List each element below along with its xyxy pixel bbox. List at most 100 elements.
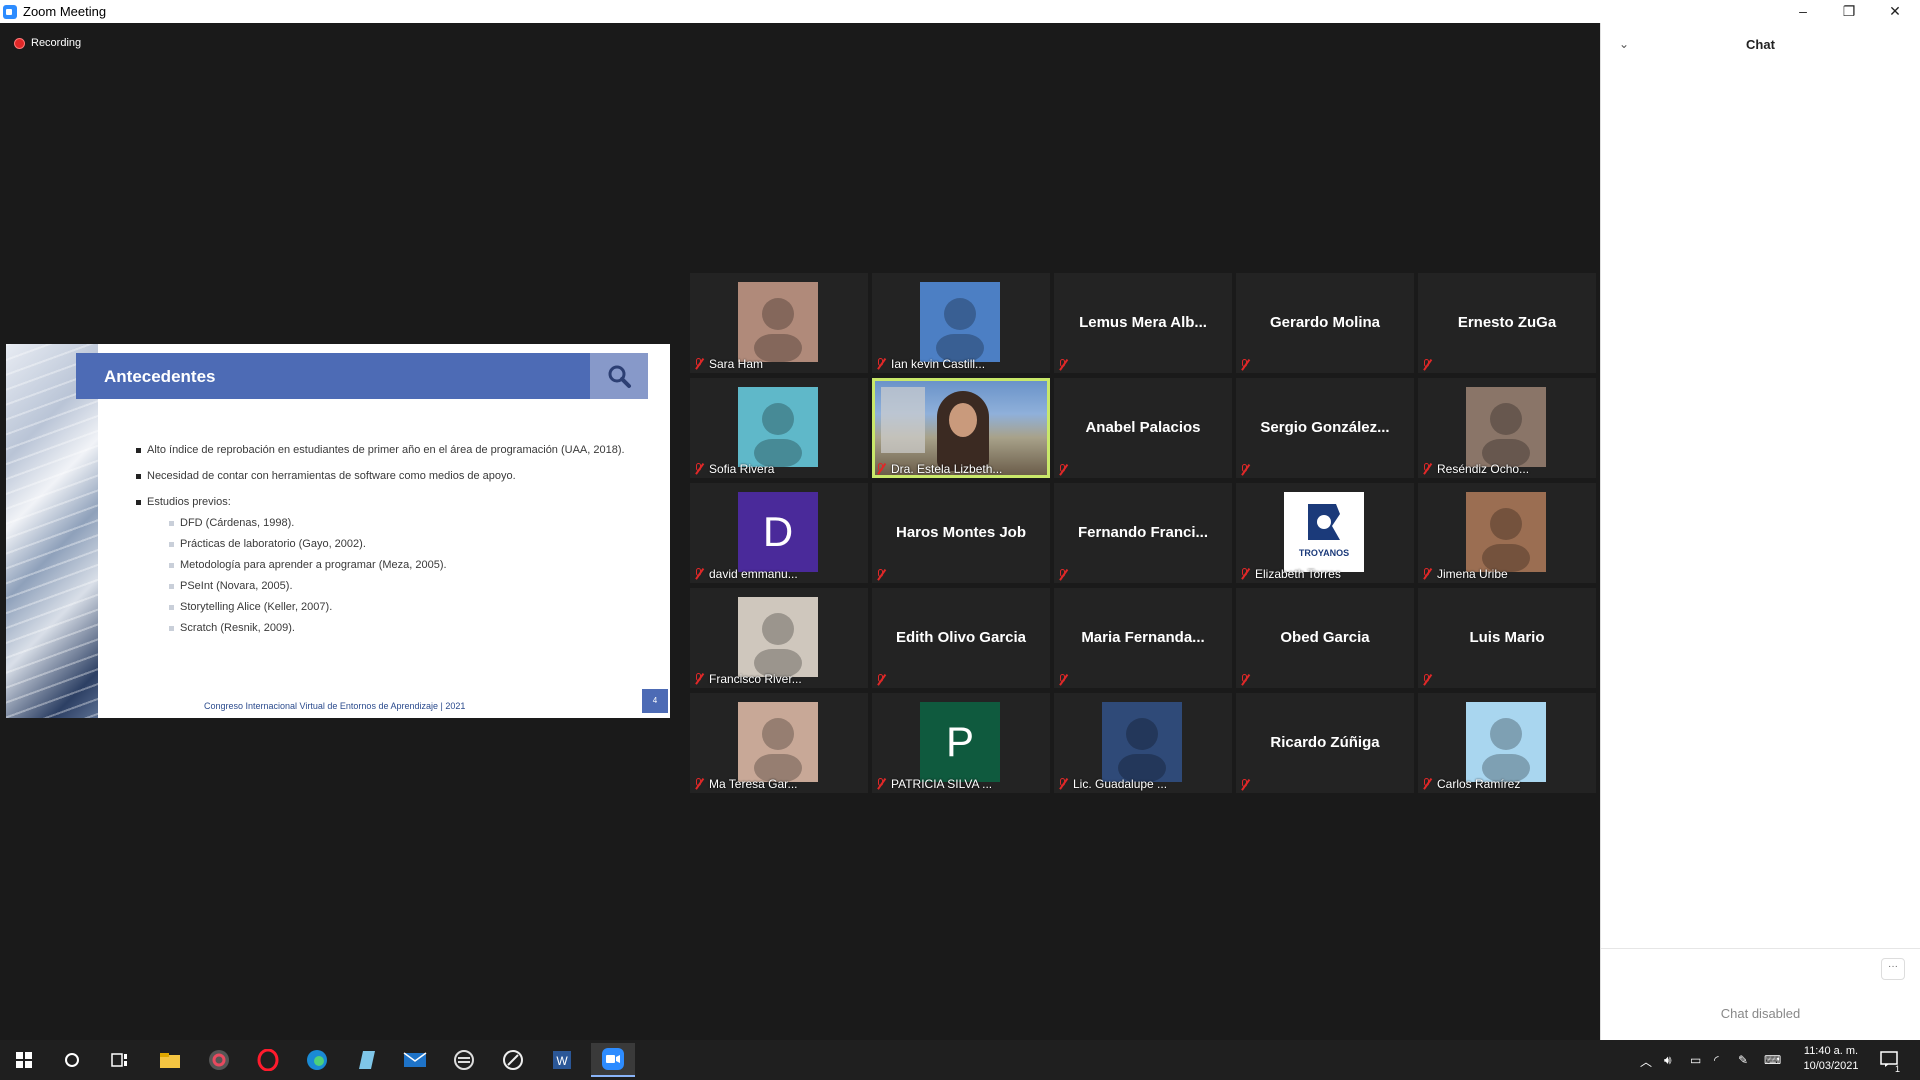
participant-tile[interactable]: Sergio González...	[1236, 378, 1414, 478]
keyboard-icon[interactable]: ⌨	[1764, 1053, 1781, 1067]
chat-disabled-text: Chat disabled	[1720, 1006, 1801, 1021]
participant-name-label: Dra. Estela Lizbeth...	[876, 462, 1002, 476]
participant-tile[interactable]: Ernesto ZuGa	[1418, 273, 1596, 373]
participant-tile[interactable]: Reséndiz Ocho...	[1418, 378, 1596, 478]
participant-tile[interactable]: P PATRICIA SILVA ...	[872, 693, 1050, 793]
participant-display-name: Haros Montes Job	[895, 524, 1027, 541]
muted-mic-icon	[694, 358, 704, 370]
participant-tile[interactable]: Ian kevin Castill...	[872, 273, 1050, 373]
participant-tile[interactable]: Fernando Franci...	[1054, 483, 1232, 583]
task-view-icon[interactable]	[100, 1046, 140, 1074]
muted-mic-icon	[1240, 464, 1250, 476]
participant-name-label: Ian kevin Castill...	[876, 357, 985, 371]
battery-icon[interactable]: ▭	[1690, 1053, 1701, 1067]
participant-tile[interactable]: Edith Olivo Garcia	[872, 588, 1050, 688]
word-icon[interactable]: W	[542, 1046, 582, 1074]
participant-tile[interactable]: Maria Fernanda...	[1054, 588, 1232, 688]
participant-name: Jimena Uribe	[1437, 567, 1508, 581]
participant-tile[interactable]: Dra. Estela Lizbeth...	[872, 378, 1050, 478]
slide-sub-bullet: DFD (Cárdenas, 1998).	[169, 517, 646, 530]
muted-mic-icon	[1058, 674, 1068, 686]
profile-photo	[1102, 702, 1182, 782]
background-poster	[881, 387, 925, 453]
participant-name-label: Sara Ham	[694, 357, 763, 371]
participant-tile[interactable]: Lic. Guadalupe ...	[1054, 693, 1232, 793]
minimize-button[interactable]: –	[1780, 0, 1826, 22]
participant-mic-status	[1058, 464, 1073, 476]
participant-tile[interactable]: Francisco River...	[690, 588, 868, 688]
participant-tile[interactable]: Jimena Uribe	[1418, 483, 1596, 583]
muted-mic-icon	[1058, 359, 1068, 371]
window-title-bar: Zoom Meeting – ❐ ✕	[0, 0, 1920, 23]
pen-icon[interactable]: ✎	[1738, 1053, 1748, 1067]
muted-mic-icon	[1240, 779, 1250, 791]
magnifier-icon	[608, 365, 631, 388]
muted-mic-icon	[1058, 778, 1068, 790]
opera-icon[interactable]	[248, 1046, 288, 1074]
participant-name: Elizabeth Torres	[1255, 567, 1341, 581]
system-clock[interactable]: 11:40 a. m. 10/03/2021	[1796, 1044, 1866, 1074]
recording-indicator[interactable]: Recording	[14, 37, 81, 49]
participant-name-label: david emmanu...	[694, 567, 798, 581]
participant-name: Lic. Guadalupe ...	[1073, 777, 1168, 791]
windows-start-icon[interactable]	[4, 1046, 44, 1074]
participant-tile[interactable]: Gerardo Molina	[1236, 273, 1414, 373]
media-app-icon[interactable]	[199, 1046, 239, 1074]
zoom-taskbar-icon[interactable]	[591, 1043, 635, 1077]
chat-more-button[interactable]: ···	[1881, 958, 1905, 980]
participant-tile[interactable]: Ma Teresa Gar...	[690, 693, 868, 793]
participant-name: Ian kevin Castill...	[891, 357, 986, 371]
participant-tile[interactable]: Obed Garcia	[1236, 588, 1414, 688]
participant-tile[interactable]: Ricardo Zúñiga	[1236, 693, 1414, 793]
tray-chevron-up-icon[interactable]: ︿	[1640, 1053, 1652, 1070]
participant-tile[interactable]: TROYANOS Elizabeth Torres	[1236, 483, 1414, 583]
participant-tile[interactable]: Lemus Mera Alb...	[1054, 273, 1232, 373]
participant-mic-status	[1058, 359, 1073, 371]
file-explorer-icon[interactable]	[150, 1046, 190, 1074]
slide-bullet: Estudios previos:	[136, 496, 646, 509]
volume-icon[interactable]: 🔊︎	[1664, 1053, 1672, 1068]
chat-title: Chat	[1746, 37, 1775, 52]
cortana-icon[interactable]	[52, 1046, 92, 1074]
window-title: Zoom Meeting	[23, 4, 107, 19]
participant-mic-status	[1422, 674, 1437, 686]
participant-name: Francisco River...	[709, 672, 802, 686]
participant-tile[interactable]: Sofia Rivera	[690, 378, 868, 478]
participant-mic-status	[1240, 359, 1255, 371]
participant-tile[interactable]: Ddavid emmanu...	[690, 483, 868, 583]
participant-tile[interactable]: Sara Ham	[690, 273, 868, 373]
participant-tile[interactable]: Anabel Palacios	[1054, 378, 1232, 478]
participant-tile[interactable]: Haros Montes Job	[872, 483, 1050, 583]
app-circle-icon[interactable]	[444, 1046, 484, 1074]
wifi-icon[interactable]: ◜	[1714, 1053, 1719, 1067]
participant-display-name: Gerardo Molina	[1269, 314, 1381, 331]
slide-bullet-list: Alto índice de reprobación en estudiante…	[136, 444, 646, 643]
participant-mic-status	[1240, 779, 1255, 791]
app-pen-icon[interactable]	[493, 1046, 533, 1074]
participant-tile[interactable]: Carlos Ramírez	[1418, 693, 1596, 793]
record-icon	[14, 37, 25, 49]
slide-bullet: Alto índice de reprobación en estudiante…	[136, 444, 646, 457]
participant-display-name: Edith Olivo Garcia	[895, 629, 1027, 646]
windows-taskbar: W ︿ 🔊︎ ▭ ◜ ✎ ⌨ 11:40 a. m. 10/03/2021 1	[0, 1040, 1920, 1080]
restore-button[interactable]: ❐	[1826, 0, 1872, 22]
muted-mic-icon	[694, 778, 704, 790]
edge-icon[interactable]	[297, 1046, 337, 1074]
chat-divider	[1601, 948, 1920, 949]
muted-mic-icon	[1240, 359, 1250, 371]
person-photo-icon	[936, 298, 984, 362]
participant-name: PATRICIA SILVA ...	[891, 777, 993, 791]
person-photo-icon	[754, 718, 802, 782]
muted-mic-icon	[1058, 569, 1068, 581]
mail-icon[interactable]	[395, 1046, 435, 1074]
profile-photo	[1466, 387, 1546, 467]
notification-count: 1	[1895, 1064, 1901, 1074]
muted-mic-icon	[1058, 464, 1068, 476]
logo-text: TROYANOS	[1298, 548, 1350, 558]
participant-mic-status	[1058, 674, 1073, 686]
avatar-letter: D	[762, 508, 794, 555]
close-button[interactable]: ✕	[1872, 0, 1918, 22]
participant-display-name: Ricardo Zúñiga	[1270, 734, 1380, 751]
participant-tile[interactable]: Luis Mario	[1418, 588, 1596, 688]
notepad-icon[interactable]	[346, 1046, 386, 1074]
